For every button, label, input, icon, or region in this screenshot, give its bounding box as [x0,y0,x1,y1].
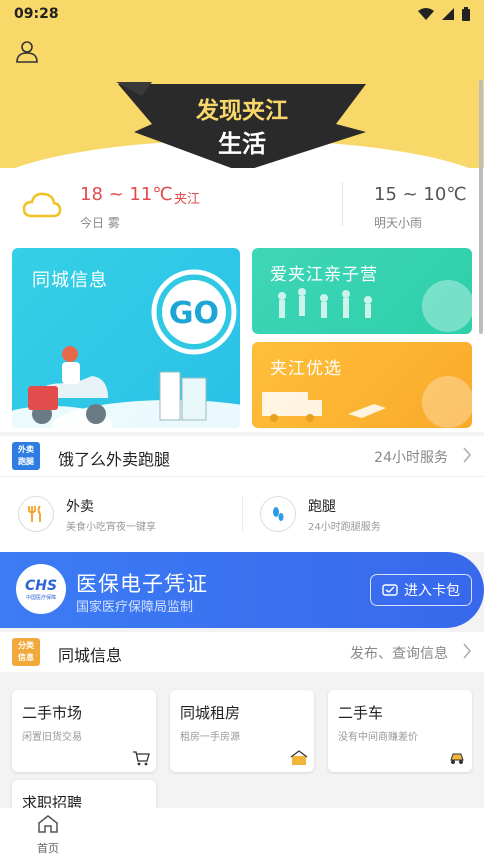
chevron-right-icon [463,447,471,463]
card-desc: 没有中间商赚差价 [338,732,418,743]
weather-panel[interactable]: 18 ~ 11℃ 夹江 今日 雾 15 ~ 10℃ 明天小雨 [0,168,484,240]
errand-name: 跑腿 [308,499,336,515]
tab-home[interactable]: 首页 [28,814,68,856]
takeout-desc: 美食小吃宵夜一键享 [66,522,156,533]
user-profile-button[interactable] [12,36,42,66]
enter-card-wallet-label: 进入卡包 [404,583,460,599]
delivery-separator [242,496,243,532]
info-tag-line1: 分类 [18,641,34,650]
today-condition: 今日 雾 [80,216,120,230]
tile-local-select[interactable]: 夹江优选 [252,342,472,428]
parent-camp-illustration [278,280,472,332]
chs-logo-text: CHS [24,577,58,594]
status-bar: 09:28 [0,0,484,28]
signal-icon [442,8,454,20]
delivery-options: 外卖 美食小吃宵夜一键享 跑腿 24小时跑腿服务 [0,476,484,552]
card-title: 同城租房 [180,704,241,722]
tomorrow-temperature: 15 ~ 10℃ [374,184,467,205]
info-tag-icon: 分类 信息 [12,638,40,666]
delivery-section-header[interactable]: 外卖 跑腿 饿了么外卖跑腿 24小时服务 [0,436,484,476]
card-used-car[interactable]: 二手车 没有中间商赚差价 [328,690,472,772]
info-section-right-text: 发布、查询信息 [350,646,448,662]
cloud-icon [22,192,62,218]
go-badge: GO [169,296,219,331]
chs-logo-subtext: 中国医疗保障 [25,594,56,601]
battery-icon [462,7,470,21]
chevron-right-icon [463,643,471,659]
banner-line2: 生活 [218,130,266,158]
car-icon [450,753,464,764]
medical-insurance-banner[interactable]: CHS 中国医疗保障 医保电子凭证 国家医疗保障局监制 进入卡包 [0,552,484,628]
delivery-tag-line1: 外卖 [18,445,34,454]
house-icon [290,750,308,765]
info-tag-line2: 信息 [18,653,34,662]
local-select-illustration [262,376,472,428]
tab-home-label: 首页 [37,842,59,855]
discover-jiajiang-banner: 发现夹江 生活 [116,82,366,172]
errand-desc: 24小时跑腿服务 [308,522,381,533]
delivery-section-title: 饿了么外卖跑腿 [58,450,171,469]
takeout-option[interactable]: 外卖 美食小吃宵夜一键享 [18,494,218,534]
errand-option[interactable]: 跑腿 24小时跑腿服务 [260,494,460,534]
today-temperature: 18 ~ 11℃ [80,184,173,205]
enter-card-wallet-button[interactable]: 进入卡包 [370,574,472,606]
chs-logo: CHS 中国医疗保障 [16,564,66,614]
category-cards: 二手市场 闲置旧货交易 同城租房 租房一手房源 二手车 没有中间商赚差价 求职招… [0,672,484,860]
tomorrow-condition: 明天小雨 [374,216,423,230]
shopping-cart-icon [133,751,150,766]
bottom-tab-bar: 首页 [0,808,484,860]
weather-divider [342,182,343,226]
city-info-illustration: GO [12,269,240,428]
footprint-icon [260,496,296,532]
card-desc: 租房一手房源 [180,732,240,743]
info-section-title: 同城信息 [58,646,123,665]
home-icon [38,815,58,833]
card-second-hand-market[interactable]: 二手市场 闲置旧货交易 [12,690,156,772]
card-desc: 闲置旧货交易 [22,732,82,743]
card-title: 二手车 [338,704,384,722]
status-icons [418,7,470,21]
feature-tiles: 同城信息 GO 爱夹江亲子营 夹江优选 [0,240,484,432]
tile-city-info[interactable]: 同城信息 GO [12,248,240,428]
tile-parent-camp[interactable]: 爱夹江亲子营 [252,248,472,334]
insurance-subtitle: 国家医疗保障局监制 [76,600,194,615]
user-icon [16,41,38,63]
delivery-divider [0,476,484,477]
info-section-header[interactable]: 分类 信息 同城信息 发布、查询信息 [0,632,484,672]
status-time: 09:28 [14,6,59,22]
delivery-tag-icon: 外卖 跑腿 [12,442,40,470]
wifi-icon [418,8,434,20]
insurance-title: 医保电子凭证 [76,572,208,596]
takeout-name: 外卖 [66,499,94,515]
fork-knife-icon [18,496,54,532]
card-city-rental[interactable]: 同城租房 租房一手房源 [170,690,314,772]
banner-line1: 发现夹江 [195,97,288,124]
weather-city: 夹江 [174,192,201,207]
scrollbar[interactable] [479,80,483,334]
card-wallet-icon [382,584,398,596]
delivery-section-right-text: 24小时服务 [374,450,448,466]
card-title: 二手市场 [22,704,83,722]
app-header [0,28,484,78]
delivery-tag-line2: 跑腿 [18,457,34,466]
